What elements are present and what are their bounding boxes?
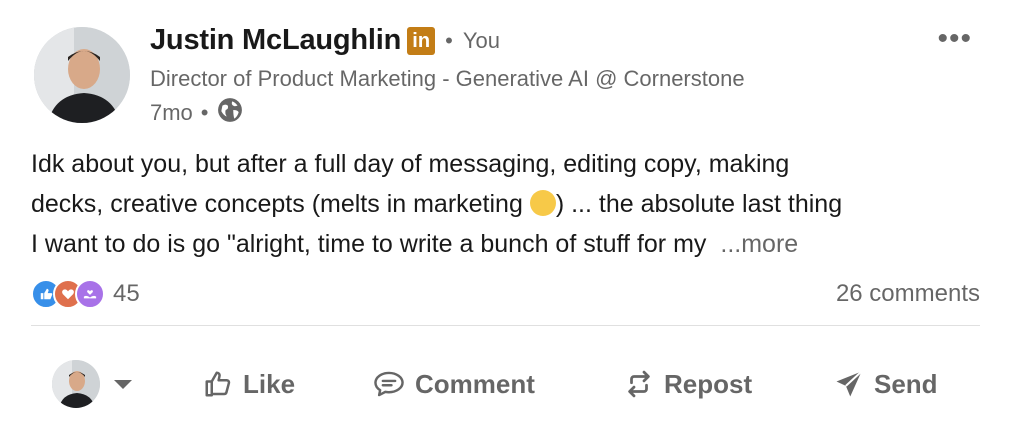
comments-count-link[interactable]: 26 comments <box>836 280 980 308</box>
comment-button[interactable]: Comment <box>373 350 535 418</box>
actor-avatar <box>52 360 100 408</box>
action-bar: Like Comment Repost Send <box>0 350 1010 418</box>
like-label: Like <box>243 368 296 399</box>
post-text-line-3: I want to do is go "alright, time to wri… <box>31 224 991 264</box>
support-reaction-icon <box>75 279 105 309</box>
repost-label: Repost <box>664 368 753 399</box>
post-text-line-2: decks, creative concepts (melts in marke… <box>31 184 991 224</box>
comment-icon <box>374 371 404 397</box>
social-counts: 45 26 comments <box>31 277 980 311</box>
meta-separator: • <box>200 100 209 125</box>
globe-icon <box>217 97 243 129</box>
like-icon <box>205 371 231 397</box>
reaction-actor-selector[interactable] <box>52 350 132 418</box>
relation-separator: • <box>445 27 453 53</box>
divider <box>31 325 980 326</box>
author-headline: Director of Product Marketing - Generati… <box>150 66 745 91</box>
post-text-line-3-text: I want to do is go "alright, time to wri… <box>31 230 707 258</box>
repost-button[interactable]: Repost <box>624 350 752 418</box>
melting-face-emoji-icon <box>529 190 556 216</box>
send-label: Send <box>874 368 938 399</box>
post-text-line-1: Idk about you, but after a full day of m… <box>31 150 790 178</box>
post-time: 7mo <box>150 100 193 125</box>
linkedin-premium-badge-icon: in <box>407 26 436 55</box>
author-name-row: Justin McLaughlin in • You <box>150 24 500 57</box>
relation-label: You <box>462 27 500 53</box>
post-meta: 7mo • <box>150 97 243 129</box>
author-name[interactable]: Justin McLaughlin <box>150 24 401 57</box>
post-options-menu-button[interactable]: ••• <box>937 22 972 56</box>
comment-label: Comment <box>415 368 535 399</box>
reaction-count: 45 <box>113 280 140 307</box>
author-avatar[interactable] <box>34 27 130 123</box>
post-text-line-2-end: ) ... the absolute last thing <box>555 190 843 218</box>
repost-icon <box>628 370 650 398</box>
reactions-summary[interactable]: 45 <box>31 279 140 309</box>
post-text: Idk about you, but after a full day of m… <box>31 144 991 264</box>
post-text-line-2-start: decks, creative concepts (melts in marke… <box>31 190 530 218</box>
chevron-down-icon <box>114 379 132 389</box>
see-more-link[interactable]: ...more <box>720 230 798 258</box>
like-button[interactable]: Like <box>203 350 295 418</box>
send-button[interactable]: Send <box>834 350 938 418</box>
send-icon <box>836 370 863 397</box>
